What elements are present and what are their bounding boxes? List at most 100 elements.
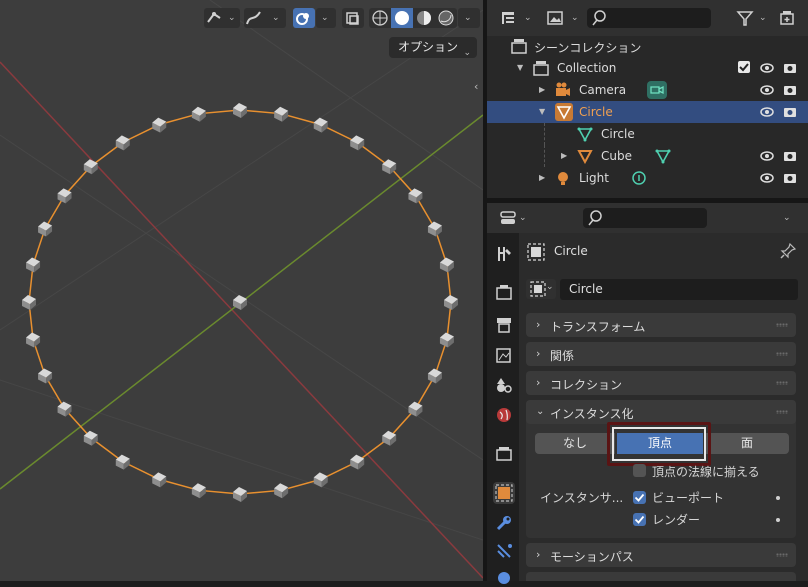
snap-button[interactable]: ⌄ (244, 8, 286, 28)
drag-grip-icon[interactable] (776, 352, 788, 356)
vertex-instance-cube[interactable] (427, 368, 442, 384)
scene-collection-label: シーンコレクション (534, 41, 642, 55)
outliner-row-collection[interactable]: ▼ Collection (487, 57, 808, 79)
vertex-instance-cube[interactable] (350, 454, 365, 470)
outliner-row-light[interactable]: ▶ Light (487, 167, 808, 189)
vertex-instance-cube[interactable] (191, 106, 206, 122)
outliner-row-cube[interactable]: ▶ Cube (487, 145, 808, 167)
world-properties-icon[interactable] (495, 406, 513, 424)
vertex-instance-cube[interactable] (38, 221, 53, 237)
vertex-instance-cube[interactable] (439, 257, 454, 273)
drag-grip-icon[interactable] (776, 553, 788, 557)
camera-render-icon[interactable] (783, 83, 797, 97)
object-browse-button[interactable]: ⌄ (526, 279, 556, 299)
particles-icon[interactable] (495, 542, 513, 560)
expand-arrow-down-icon[interactable]: ▼ (539, 107, 545, 116)
modifier-wrench-icon[interactable] (495, 514, 513, 532)
panel-next-partial[interactable] (526, 572, 796, 581)
vertex-instance-cube[interactable] (38, 368, 53, 384)
overlays-button[interactable] (293, 8, 315, 28)
shading-icons (372, 8, 454, 28)
eye-icon[interactable] (760, 149, 774, 163)
filter-view-button[interactable]: ⌄ (545, 8, 585, 28)
vertex-instance-cube[interactable] (313, 117, 328, 133)
eye-icon[interactable] (760, 171, 774, 185)
shading-mode-group[interactable] (369, 8, 457, 28)
object-name-field[interactable]: Circle (560, 279, 798, 300)
panel-motion-paths[interactable]: › モーションパス (526, 543, 796, 567)
options-dropdown[interactable]: オプション ⌄ (389, 37, 477, 58)
instancing-faces-button[interactable]: 面 (705, 433, 789, 454)
vertex-instance-cube[interactable] (274, 106, 289, 122)
show-instancer-viewport-checkbox[interactable] (633, 491, 646, 504)
sidebar-toggle-arrow[interactable]: ‹ (474, 80, 478, 93)
keyframe-dot-icon[interactable] (776, 496, 780, 500)
outliner-row-circle-mesh[interactable]: Circle (487, 123, 808, 145)
outliner-row-camera[interactable]: ▶ Camera (487, 79, 808, 101)
expand-arrow-right-icon[interactable]: ▶ (561, 151, 567, 160)
viewport-canvas[interactable] (0, 0, 483, 581)
outliner-row-scene-collection[interactable]: シーンコレクション (487, 35, 808, 57)
shading-dropdown[interactable]: ⌄ (458, 8, 480, 28)
object-properties-tab[interactable] (493, 482, 515, 504)
tool-settings-icon[interactable] (495, 245, 513, 263)
eye-icon[interactable] (760, 105, 774, 119)
filter-button[interactable]: ⌄ (735, 8, 771, 28)
pin-icon[interactable] (780, 243, 796, 259)
camera-render-icon[interactable] (783, 149, 797, 163)
properties-search-input[interactable] (583, 208, 707, 228)
properties-editor-icon (500, 211, 516, 224)
properties-options-dropdown[interactable]: ⌄ (777, 208, 799, 228)
expand-arrow-right-icon[interactable]: ▶ (539, 173, 545, 182)
vertex-instance-cube[interactable] (439, 332, 454, 348)
panel-instancing-header[interactable]: ⌄ インスタンス化 (526, 400, 796, 424)
camera-render-icon[interactable] (783, 171, 797, 185)
xray-toggle-button[interactable] (342, 8, 364, 28)
vertex-instance-cube[interactable] (233, 487, 247, 502)
outliner-search-input[interactable] (587, 8, 711, 28)
expand-arrow-right-icon[interactable]: ▶ (539, 85, 545, 94)
vertex-instance-cube[interactable] (191, 483, 206, 499)
vertex-instance-cube[interactable] (152, 117, 167, 133)
camera-render-icon[interactable] (783, 105, 797, 119)
exclude-checkbox[interactable] (738, 61, 750, 73)
3d-viewport[interactable]: ⌄ ⌄ ⌄ ⌄ オプション ⌄ ‹ (0, 0, 483, 581)
scene-properties-icon[interactable] (495, 376, 513, 394)
vertex-instance-cube[interactable] (115, 454, 130, 470)
overlays-dropdown[interactable]: ⌄ (316, 8, 336, 28)
display-mode-button[interactable]: ⌄ (498, 8, 538, 28)
eye-icon[interactable] (760, 83, 774, 97)
render-properties-icon[interactable] (495, 284, 513, 302)
vertex-instance-cube[interactable] (115, 135, 130, 151)
editor-type-button[interactable]: ⌄ (498, 208, 530, 228)
vertex-instance-cube[interactable] (427, 221, 442, 237)
view-layer-icon[interactable] (495, 346, 513, 364)
drag-grip-icon[interactable] (776, 410, 788, 414)
eye-icon[interactable] (760, 61, 774, 75)
outliner-row-circle[interactable]: ▼ Circle (487, 101, 808, 123)
transform-orientation-button[interactable]: ⌄ (204, 8, 240, 28)
panel-relations[interactable]: › 関係 (526, 342, 796, 366)
vertex-instance-cube[interactable] (26, 257, 41, 273)
vertex-instance-cube[interactable] (26, 332, 41, 348)
show-instancer-render-checkbox[interactable] (633, 513, 646, 526)
output-properties-icon[interactable] (495, 316, 513, 334)
align-to-normal-checkbox[interactable] (633, 464, 646, 477)
drag-grip-icon[interactable] (776, 381, 788, 385)
vertex-instance-cube[interactable] (233, 103, 247, 118)
camera-render-icon[interactable] (783, 61, 797, 75)
vertex-instance-cube[interactable] (444, 295, 458, 310)
panel-collections[interactable]: › コレクション (526, 371, 796, 395)
vertex-instance-cube[interactable] (152, 472, 167, 488)
new-collection-button[interactable] (777, 8, 799, 28)
grid-line (0, 9, 483, 331)
instancing-none-button[interactable]: なし (535, 433, 615, 454)
vertex-instance-cube[interactable] (350, 135, 365, 151)
physics-icon[interactable] (495, 569, 513, 587)
panel-transform[interactable]: › トランスフォーム (526, 313, 796, 337)
keyframe-dot-icon[interactable] (776, 518, 780, 522)
collection-properties-icon[interactable] (495, 445, 513, 463)
drag-grip-icon[interactable] (776, 323, 788, 327)
vertex-instance-cube[interactable] (274, 483, 289, 499)
expand-arrow-down-icon[interactable]: ▼ (517, 63, 523, 72)
